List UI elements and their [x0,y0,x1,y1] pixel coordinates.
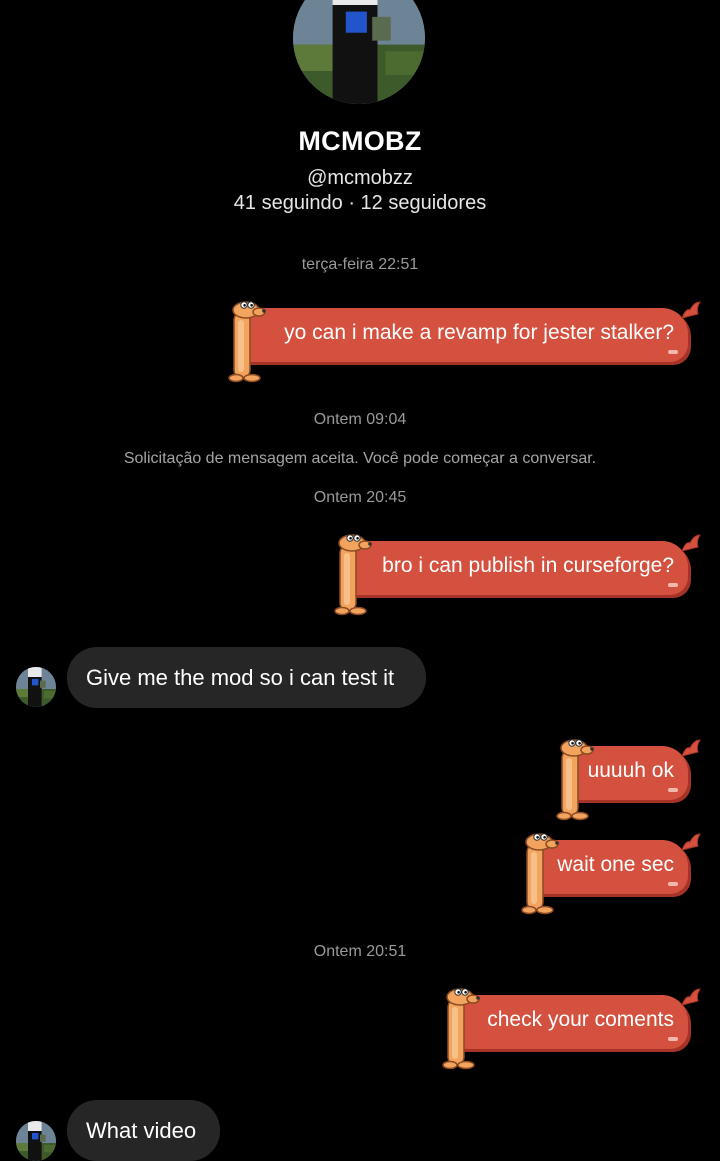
message-text: yo can i make a revamp for jester stalke… [284,321,674,344]
profile-avatar[interactable] [293,0,425,104]
message-text: bro i can publish in curseforge? [382,554,674,577]
dog-tail-icon [680,738,702,758]
profile-handle: @mcmobzz [307,167,413,189]
system-message: Solicitação de mensagem aceita. Você pod… [123,450,597,467]
timestamp: terça-feira 22:51 [301,256,419,273]
sender-avatar[interactable] [16,667,56,707]
message-text: check your coments [487,1008,674,1031]
timestamp: Ontem 09:04 [313,411,407,428]
dog-tail-icon [680,832,702,852]
dog-tail-icon [680,300,702,320]
sender-avatar-image [16,1121,56,1161]
sent-message[interactable]: check your coments [440,987,702,1049]
message-text: uuuuh ok [587,759,674,782]
dachshund-dog-icon [440,983,480,1071]
sent-message[interactable]: uuuuh ok [554,738,702,800]
profile-stats: 41 seguindo · 12 seguidores [233,192,487,214]
sent-message[interactable]: wait one sec [519,832,702,894]
sender-avatar[interactable] [16,1121,56,1161]
received-message[interactable]: Give me the mod so i can test it [67,647,426,708]
sent-message[interactable]: bro i can publish in curseforge? [332,533,702,595]
profile-name[interactable]: MCMOBZ [0,126,720,157]
received-message[interactable]: What video [67,1100,220,1161]
message-text: Give me the mod so i can test it [86,665,395,690]
dog-tail-icon [680,987,702,1007]
dachshund-dog-icon [332,529,372,617]
sent-message[interactable]: yo can i make a revamp for jester stalke… [226,300,702,362]
dachshund-dog-icon [519,828,559,916]
sender-avatar-image [16,667,56,707]
message-text: What video [86,1118,197,1143]
dachshund-dog-icon [226,296,266,384]
timestamp: Ontem 20:45 [313,489,407,506]
timestamp: Ontem 20:51 [313,943,407,960]
dog-tail-icon [680,533,702,553]
message-text: wait one sec [557,853,674,876]
profile-avatar-image [293,0,425,104]
